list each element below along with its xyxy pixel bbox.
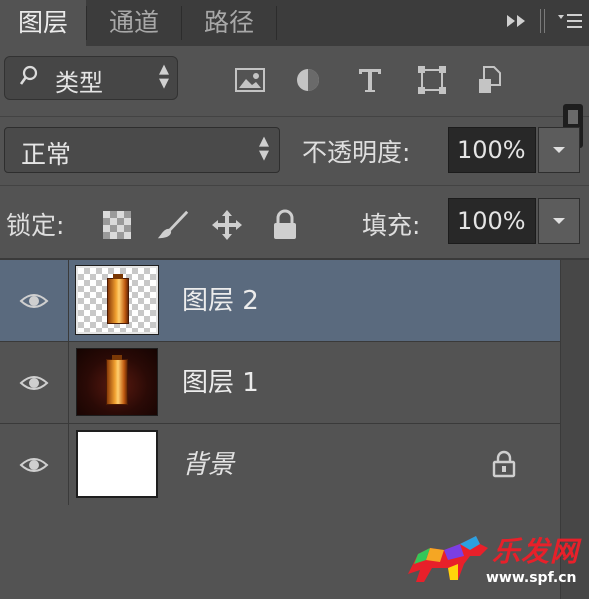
filter-kind-select[interactable]: 类型 ▲ ▼ bbox=[4, 56, 178, 100]
eye-icon bbox=[19, 457, 49, 472]
panel-menu-icon[interactable] bbox=[557, 11, 583, 36]
layer-filter-row: 类型 ▲ ▼ bbox=[0, 46, 589, 148]
lantern-image bbox=[106, 355, 128, 405]
watermark-brand: 乐发网 bbox=[492, 535, 580, 568]
adjustment-filter-icon[interactable] bbox=[290, 62, 326, 98]
tab-channels[interactable]: 通道 bbox=[87, 0, 181, 46]
eye-icon bbox=[19, 293, 49, 308]
blend-mode-value: 正常 bbox=[21, 140, 72, 169]
divider-grip-icon bbox=[539, 8, 547, 38]
up-down-arrows-icon: ▲ ▼ bbox=[159, 62, 169, 91]
search-icon bbox=[19, 65, 39, 92]
lock-options-row: 锁定: 填充: 100% bbox=[0, 186, 589, 260]
opacity-input[interactable]: 100% bbox=[448, 127, 536, 173]
horse-logo-icon bbox=[408, 536, 488, 582]
tab-layers[interactable]: 图层 bbox=[0, 0, 86, 46]
smart-object-filter-icon[interactable] bbox=[472, 62, 508, 98]
up-down-arrows-icon: ▲ ▼ bbox=[259, 134, 269, 163]
visibility-toggle[interactable] bbox=[0, 260, 69, 341]
panel-tab-bar: 图层 通道 路径 bbox=[0, 0, 589, 46]
layer-thumbnail[interactable] bbox=[76, 348, 158, 416]
blend-mode-select[interactable]: 正常 ▲ ▼ bbox=[4, 127, 280, 173]
lock-all-icon[interactable] bbox=[268, 208, 302, 242]
tab-separator bbox=[276, 6, 277, 40]
blend-options-row: 正常 ▲ ▼ 不透明度: 100% bbox=[0, 117, 589, 186]
type-filter-icon[interactable] bbox=[352, 62, 388, 98]
visibility-toggle[interactable] bbox=[0, 424, 69, 505]
chevron-down-icon bbox=[553, 218, 565, 224]
layer-thumbnail[interactable] bbox=[75, 265, 159, 335]
filter-kind-label: 类型 bbox=[55, 69, 103, 97]
opacity-label: 不透明度: bbox=[302, 138, 411, 167]
layer-name[interactable]: 背景 bbox=[182, 444, 234, 481]
tab-paths[interactable]: 路径 bbox=[182, 0, 276, 46]
layer-thumbnail[interactable] bbox=[76, 430, 158, 498]
double-arrow-icon[interactable] bbox=[505, 13, 529, 34]
fill-label: 填充: bbox=[362, 211, 421, 240]
chevron-down-icon bbox=[553, 147, 565, 153]
lock-transparent-pixels-icon[interactable] bbox=[100, 208, 134, 242]
visibility-toggle[interactable] bbox=[0, 342, 69, 423]
layer-row[interactable]: 背景 bbox=[0, 424, 560, 506]
lantern-image bbox=[107, 274, 129, 324]
layer-name[interactable]: 图层 2 bbox=[182, 280, 259, 317]
layer-name[interactable]: 图层 1 bbox=[182, 362, 259, 399]
fill-dropdown-button[interactable] bbox=[538, 198, 580, 244]
eye-icon bbox=[19, 375, 49, 390]
image-filter-icon[interactable] bbox=[232, 62, 268, 98]
lock-image-pixels-icon[interactable] bbox=[156, 208, 190, 242]
shape-filter-icon[interactable] bbox=[414, 62, 450, 98]
layer-row[interactable]: 图层 2 bbox=[0, 260, 560, 342]
watermark-url: www.spf.cn bbox=[486, 570, 577, 586]
layer-row[interactable]: 图层 1 bbox=[0, 342, 560, 424]
opacity-dropdown-button[interactable] bbox=[538, 127, 580, 173]
lock-position-icon[interactable] bbox=[210, 208, 244, 242]
lock-icon bbox=[492, 450, 516, 482]
layers-list: 图层 2 图层 1 背景 bbox=[0, 260, 560, 506]
fill-input[interactable]: 100% bbox=[448, 198, 536, 244]
lock-label: 锁定: bbox=[6, 211, 65, 240]
watermark-logo: 乐发网 www.spf.cn bbox=[400, 530, 585, 592]
panel-tools bbox=[505, 8, 583, 38]
